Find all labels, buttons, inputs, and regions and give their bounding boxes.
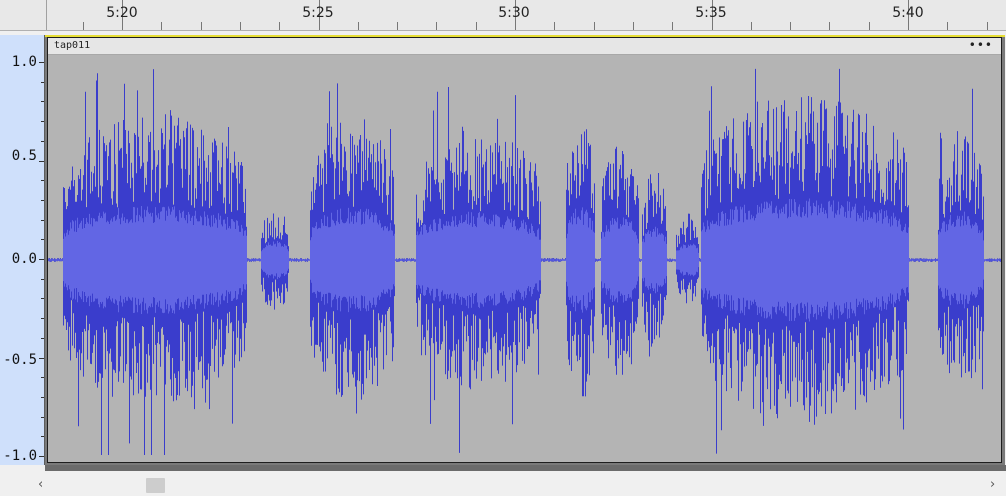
- audio-track[interactable]: tap011 •••: [45, 35, 1005, 465]
- scale-tick: [41, 436, 44, 437]
- scale-tick: [41, 318, 44, 319]
- scale-tick: [39, 456, 44, 457]
- scale-label-0-5: 0.5: [11, 148, 37, 164]
- scale-tick: [41, 121, 44, 122]
- scroll-thumb[interactable]: [146, 478, 165, 493]
- ruler-corner: [0, 0, 47, 30]
- scale-label-1-0: 1.0: [11, 54, 37, 70]
- waveform[interactable]: [48, 55, 1001, 462]
- ruler-tick: [358, 22, 359, 30]
- scale-tick: [41, 141, 44, 142]
- scale-tick: [41, 200, 44, 201]
- time-label-5-35: 5:35: [695, 5, 727, 21]
- scale-tick: [41, 338, 44, 339]
- scale-tick: [39, 161, 44, 162]
- scale-tick: [41, 377, 44, 378]
- ruler-tick: [594, 22, 595, 30]
- scroll-right-icon[interactable]: ›: [990, 477, 995, 492]
- ruler-tick: [987, 22, 988, 30]
- clip-name[interactable]: tap011: [54, 40, 90, 51]
- vertical-scale[interactable]: 1.0 0.5 0.0 -0.5 -1.0: [0, 35, 45, 465]
- scale-tick: [41, 279, 44, 280]
- ruler-tick: [476, 22, 477, 30]
- ruler-tick: [790, 22, 791, 30]
- time-label-5-40: 5:40: [892, 5, 924, 21]
- ruler-tick: [869, 22, 870, 30]
- scale-label-neg-0-5: -0.5: [3, 352, 37, 368]
- scroll-left-icon[interactable]: ‹: [38, 477, 43, 492]
- ruler-tick: [161, 22, 162, 30]
- ruler-tick: [397, 22, 398, 30]
- scale-tick: [41, 417, 44, 418]
- ruler-tick: [201, 22, 202, 30]
- scale-tick: [41, 82, 44, 83]
- ruler-tick: [751, 22, 752, 30]
- time-label-5-20: 5:20: [106, 5, 138, 21]
- clip-menu-button[interactable]: •••: [969, 38, 993, 52]
- ruler-tick: [436, 22, 437, 30]
- ruler-tick: [672, 22, 673, 30]
- timeline-ruler[interactable]: 5:20 5:25 5:30 5:35 5:40: [0, 0, 1006, 31]
- scale-tick: [39, 259, 44, 260]
- clip-header[interactable]: tap011 •••: [48, 38, 1001, 55]
- scale-tick: [41, 180, 44, 181]
- track-bottom-border: [45, 465, 1006, 471]
- time-label-5-30: 5:30: [498, 5, 530, 21]
- audio-clip[interactable]: tap011 •••: [47, 37, 1002, 463]
- scale-tick: [39, 358, 44, 359]
- ruler-tick: [240, 22, 241, 30]
- scale-tick: [39, 62, 44, 63]
- horizontal-scrollbar[interactable]: ‹ ›: [0, 474, 1006, 496]
- ruler-tick: [554, 22, 555, 30]
- scale-label-0-0: 0.0: [11, 251, 37, 267]
- ruler-tick: [829, 22, 830, 30]
- time-label-5-25: 5:25: [302, 5, 334, 21]
- scale-tick: [41, 220, 44, 221]
- ruler-tick: [633, 22, 634, 30]
- ruler-tick: [83, 22, 84, 30]
- ruler-tick: [279, 22, 280, 30]
- scale-tick: [41, 397, 44, 398]
- scale-tick: [41, 298, 44, 299]
- scale-tick: [41, 239, 44, 240]
- scale-tick: [41, 101, 44, 102]
- scale-label-neg-1-0: -1.0: [3, 448, 37, 464]
- ruler-tick: [947, 22, 948, 30]
